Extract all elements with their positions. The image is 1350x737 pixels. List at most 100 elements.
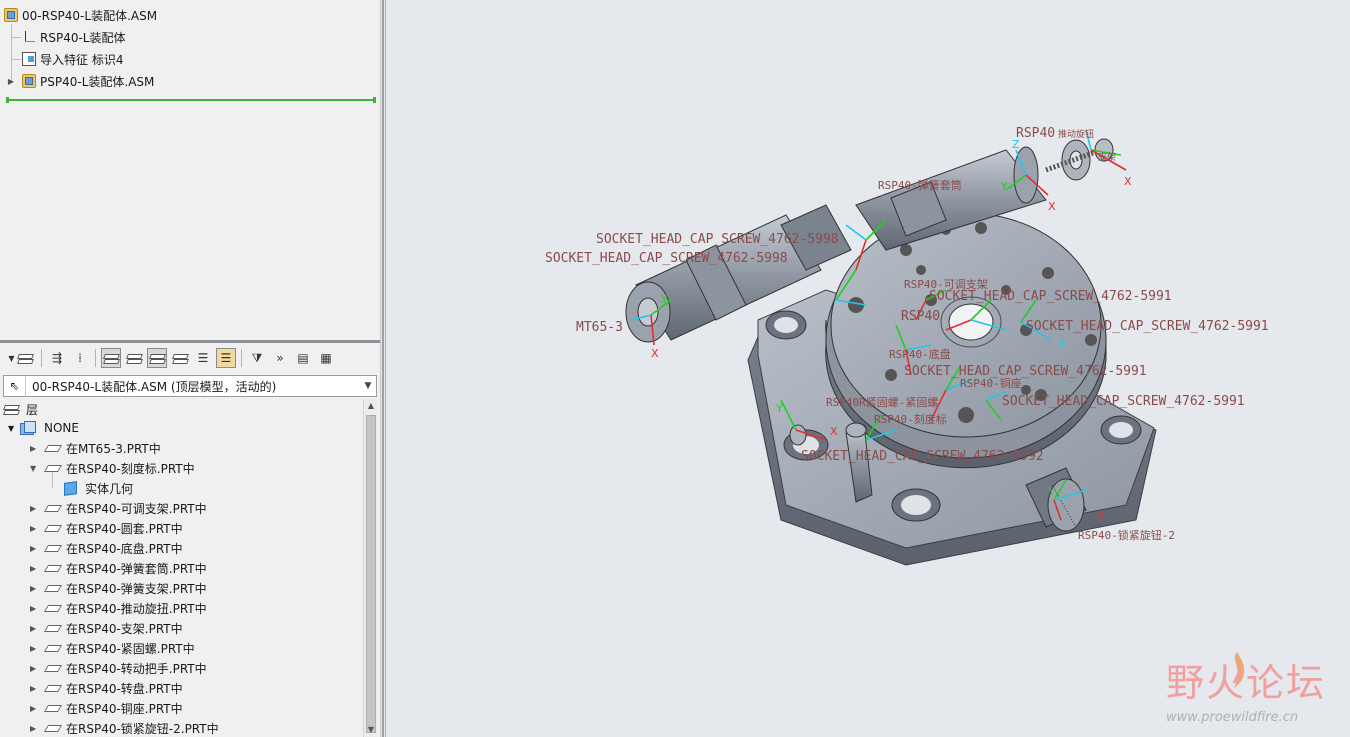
select-pointer-icon[interactable]: ⇖: [4, 376, 26, 396]
layer-icon: [44, 704, 60, 712]
layer-item[interactable]: ▶ 在RSP40-锁紧旋钮-2.PRT中: [30, 718, 219, 737]
annotation-copper-seat: RSP40-铜座: [960, 376, 1022, 390]
chevron-down-icon[interactable]: ▼: [360, 376, 376, 396]
hidden-items-icon[interactable]: [170, 348, 190, 368]
watermark-title: 野火论坛: [1166, 661, 1327, 705]
layer-icon: [44, 644, 60, 652]
info-icon[interactable]: ▦: [316, 348, 336, 368]
layer-item-label: 在RSP40-支架.PRT中: [66, 621, 183, 636]
svg-text:X: X: [1124, 175, 1132, 188]
layer-icon: [44, 664, 60, 672]
expand-arrow-icon[interactable]: ▶: [30, 724, 40, 733]
expand-arrow-icon[interactable]: ▶: [30, 564, 40, 573]
columns-icon[interactable]: ▤: [293, 348, 313, 368]
show-layer-icon[interactable]: [101, 348, 121, 368]
model-select-value: 00-RSP40-L装配体.ASM (顶层模型，活动的): [32, 379, 277, 394]
model-tree-root[interactable]: 00-RSP40-L装配体.ASM: [4, 5, 157, 25]
model-tree-item-csys[interactable]: RSP40-L装配体: [22, 27, 125, 47]
collapse-arrow-icon[interactable]: ▼: [30, 464, 40, 473]
assembly-icon: [22, 74, 36, 88]
scroll-down-icon[interactable]: ▼: [364, 723, 378, 737]
scrollbar-thumb[interactable]: [366, 415, 376, 733]
layer-item-label: 在RSP40-锁紧旋钮-2.PRT中: [66, 721, 219, 736]
layer-icon: [44, 604, 60, 612]
annotation-mt65: MT65-3: [576, 320, 623, 335]
layer-item[interactable]: ▶ 在RSP40-弹簧支架.PRT中: [30, 578, 207, 598]
insert-here-marker[interactable]: [6, 97, 376, 103]
more-icon[interactable]: »: [270, 348, 290, 368]
annotation-screw-4: SOCKET_HEAD_CAP_SCREW_4762-5991: [1026, 319, 1269, 334]
model-tree: 00-RSP40-L装配体.ASM RSP40-L装配体 导入特征 标识4 ▶ …: [0, 0, 380, 340]
annotation-bracket-suffix: 支架: [1098, 151, 1116, 163]
expand-arrow-icon[interactable]: ▶: [30, 444, 40, 453]
layer-item[interactable]: ▼ 在RSP40-刻度标.PRT中: [30, 458, 195, 478]
layer-item[interactable]: ▶ 在RSP40-推动旋扭.PRT中: [30, 598, 207, 618]
layer-item-label: 在RSP40-紧固螺.PRT中: [66, 641, 195, 656]
filter-icon[interactable]: ⧩: [247, 348, 267, 368]
annotation-push-knob-suffix: 推动旋钮: [1058, 128, 1094, 140]
svg-text:Y: Y: [1047, 485, 1055, 498]
layer-item[interactable]: ▶ 在RSP40-转盘.PRT中: [30, 678, 183, 698]
layers-icon[interactable]: ▼: [4, 348, 36, 368]
layer-none[interactable]: ▼ NONE: [8, 418, 79, 438]
layer-item[interactable]: ▶ 在RSP40-圆套.PRT中: [30, 518, 183, 538]
layer-tree: 层 ▼ NONE ▶ 在MT65-3.PRT中 ▼ 在RSP40-刻度标.PRT中 实体…: [0, 399, 362, 737]
annotation-screw-6: SOCKET_HEAD_CAP_SCREW_4762-5991: [1002, 394, 1245, 409]
layer-list-icon[interactable]: ☰: [193, 348, 213, 368]
model-tree-item-import[interactable]: 导入特征 标识4: [22, 49, 123, 69]
expand-arrow-icon[interactable]: ▶: [30, 684, 40, 693]
expand-arrow-icon[interactable]: ▶: [30, 524, 40, 533]
model-tree-item-label: 导入特征 标识4: [40, 52, 124, 67]
expand-arrow-icon[interactable]: ▶: [30, 664, 40, 673]
collapse-arrow-icon[interactable]: ▼: [8, 424, 18, 433]
model-tree-root-label: 00-RSP40-L装配体.ASM: [22, 8, 158, 23]
hide-layer-icon[interactable]: [124, 348, 144, 368]
svg-text:X: X: [1096, 510, 1104, 523]
expand-arrow-icon[interactable]: ▶: [30, 604, 40, 613]
model-select-dropdown[interactable]: ⇖ 00-RSP40-L装配体.ASM (顶层模型，活动的) ▼: [3, 375, 377, 397]
layer-child-item[interactable]: 实体几何: [60, 478, 133, 498]
layer-group-icon: [20, 421, 36, 435]
layer-item[interactable]: ▶ 在RSP40-铜座.PRT中: [30, 698, 183, 718]
annotation-screw-2: SOCKET_HEAD_CAP_SCREW_4762-5998: [545, 251, 788, 266]
layer-tree-header[interactable]: 层: [4, 399, 38, 419]
layer-item[interactable]: ▶ 在RSP40-弹簧套筒.PRT中: [30, 558, 207, 578]
layer-item[interactable]: ▶ 在RSP40-底盘.PRT中: [30, 538, 183, 558]
isolate-layer-icon[interactable]: [147, 348, 167, 368]
expand-arrow-icon[interactable]: ▶: [6, 77, 16, 86]
expand-arrow-icon[interactable]: ▶: [30, 504, 40, 513]
layer-item[interactable]: ▶ 在RSP40-支架.PRT中: [30, 618, 183, 638]
layer-item-label: 在RSP40-圆套.PRT中: [66, 521, 183, 536]
layer-item[interactable]: ▶ 在MT65-3.PRT中: [30, 438, 161, 458]
layer-item[interactable]: ▶ 在RSP40-可调支架.PRT中: [30, 498, 207, 518]
svg-text:X: X: [830, 425, 838, 438]
model-tree-item-subassembly[interactable]: ▶ PSP40-L装配体.ASM: [6, 71, 154, 91]
layer-icon: [44, 684, 60, 692]
layer-item[interactable]: ▶ 在RSP40-紧固螺.PRT中: [30, 638, 195, 658]
layer-item-label: 在RSP40-可调支架.PRT中: [66, 501, 207, 516]
expand-arrow-icon[interactable]: ▶: [30, 704, 40, 713]
tree-filter-icon[interactable]: ⇶: [47, 348, 67, 368]
expand-arrow-icon[interactable]: ▶: [30, 544, 40, 553]
layer-tree-scrollbar[interactable]: ▲ ▼: [363, 399, 377, 737]
panel-divider[interactable]: [0, 340, 380, 343]
expand-arrow-icon[interactable]: ▶: [30, 624, 40, 633]
layer-item-label: 在RSP40-底盘.PRT中: [66, 541, 183, 556]
layer-item[interactable]: ▶ 在RSP40-转动把手.PRT中: [30, 658, 207, 678]
layer-icon: [44, 504, 60, 512]
svg-text:Y: Y: [775, 402, 783, 415]
expand-arrow-icon[interactable]: ▶: [30, 644, 40, 653]
annotation-screw-5: SOCKET_HEAD_CAP_SCREW_4762-5991: [904, 364, 1147, 379]
annotation-scale: RSP40-刻度标: [874, 412, 947, 426]
watermark-url: www.proewildfire.cn: [1166, 710, 1299, 725]
annotation-rsp40-a: RSP40: [901, 309, 940, 324]
svg-text:Y: Y: [660, 293, 668, 306]
settings-icon[interactable]: ⁞: [70, 348, 90, 368]
scroll-up-icon[interactable]: ▲: [364, 399, 378, 413]
layer-icon: [44, 464, 60, 472]
layer-props-icon[interactable]: ☰: [216, 348, 236, 368]
expand-arrow-icon[interactable]: ▶: [30, 584, 40, 593]
graphics-viewport[interactable]: YX YXZ X Z XY XY RSP40 推动旋钮 支架 RSP40-弹簧套…: [386, 0, 1350, 737]
annotation-fastener: RSP40R紧固螺-紧固螺: [826, 396, 938, 409]
import-feature-icon: [22, 52, 36, 66]
